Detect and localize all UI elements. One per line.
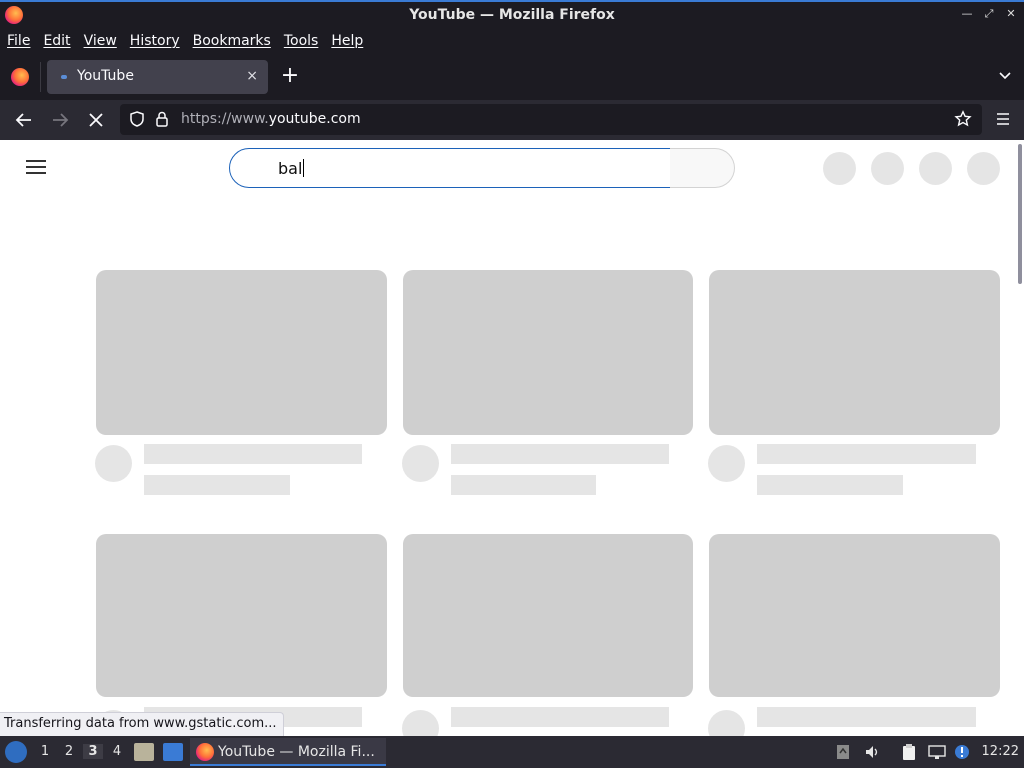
notification-icon[interactable] (954, 744, 970, 760)
close-window-icon[interactable]: ✕ (1004, 7, 1018, 21)
title-line-placeholder (757, 444, 976, 464)
title-line-placeholder (451, 707, 669, 727)
menu-bar: File Edit View History Bookmarks Tools H… (0, 28, 1024, 54)
network-icon[interactable] (928, 744, 946, 760)
tab-youtube[interactable]: YouTube × (47, 60, 268, 94)
video-thumbnail-placeholder (403, 270, 693, 435)
tab-separator (40, 62, 41, 92)
workspace-1[interactable]: 1 (35, 744, 55, 759)
updates-icon[interactable] (835, 744, 851, 760)
lock-icon[interactable] (154, 110, 170, 128)
meta-line-placeholder (144, 475, 290, 495)
task-title: YouTube — Mozilla Fi... (218, 744, 375, 760)
navigation-bar: https://www.youtube.com (0, 100, 1024, 140)
url-host: youtube.com (268, 111, 361, 127)
title-line-placeholder (757, 707, 976, 727)
window-titlebar: YouTube — Mozilla Firefox — ⤢ ✕ (0, 0, 1024, 28)
taskbar: 1 2 3 4 YouTube — Mozilla Fi... 12:22 (0, 736, 1024, 768)
channel-avatar-placeholder (402, 710, 439, 736)
menu-tools[interactable]: Tools (284, 33, 319, 49)
url-bar[interactable]: https://www.youtube.com (120, 104, 982, 135)
page-content: bal (0, 140, 1024, 736)
video-thumbnail-placeholder (96, 270, 387, 435)
video-thumbnail-placeholder (709, 534, 1000, 697)
header-placeholder-circle (919, 152, 952, 185)
header-placeholder-circle (823, 152, 856, 185)
tab-label: YouTube (77, 68, 134, 84)
header-placeholder-circle (967, 152, 1000, 185)
workspace-2[interactable]: 2 (59, 744, 79, 759)
start-menu-icon[interactable] (5, 741, 27, 763)
new-tab-button[interactable]: + (280, 65, 300, 87)
workspace-4[interactable]: 4 (107, 744, 127, 759)
minimize-icon[interactable]: — (960, 7, 974, 21)
menu-bookmarks[interactable]: Bookmarks (193, 33, 271, 49)
channel-avatar-placeholder (402, 445, 439, 482)
video-thumbnail-placeholder (403, 534, 693, 697)
volume-icon[interactable] (864, 744, 880, 760)
url-text[interactable]: https://www.youtube.com (181, 111, 361, 127)
meta-line-placeholder (451, 475, 596, 495)
tab-close-icon[interactable]: × (246, 68, 258, 84)
workspace-3[interactable]: 3 (83, 744, 103, 759)
forward-arrow-icon[interactable] (48, 108, 72, 132)
chevron-down-icon[interactable] (998, 68, 1012, 82)
show-desktop-icon[interactable] (163, 743, 183, 761)
window-title: YouTube — Mozilla Firefox (409, 7, 615, 23)
menu-view[interactable]: View (84, 33, 117, 49)
app-menu-icon[interactable] (996, 112, 1010, 126)
menu-edit[interactable]: Edit (43, 33, 70, 49)
maximize-icon[interactable]: ⤢ (982, 7, 996, 21)
taskbar-firefox-task[interactable]: YouTube — Mozilla Fi... (190, 738, 386, 766)
channel-avatar-placeholder (708, 445, 745, 482)
url-scheme: https://www. (181, 111, 269, 127)
status-panel: Transferring data from www.gstatic.com..… (0, 712, 284, 736)
file-manager-icon[interactable] (134, 743, 154, 761)
channel-avatar-placeholder (708, 710, 745, 736)
menu-help[interactable]: Help (331, 33, 363, 49)
page-scrollbar[interactable] (1018, 144, 1022, 284)
search-button[interactable] (670, 148, 735, 188)
stop-loading-icon[interactable] (84, 108, 108, 132)
clipboard-icon[interactable] (900, 743, 918, 761)
title-line-placeholder (451, 444, 669, 464)
video-thumbnail-placeholder (709, 270, 1000, 435)
search-input[interactable]: bal (229, 148, 671, 188)
search-query: bal (278, 159, 303, 178)
header-placeholder-circle (871, 152, 904, 185)
video-thumbnail-placeholder (96, 534, 387, 697)
text-caret (303, 159, 305, 177)
clock[interactable]: 12:22 (982, 744, 1019, 759)
tab-strip: YouTube × + (0, 54, 1024, 100)
back-arrow-icon[interactable] (12, 108, 36, 132)
bookmark-star-icon[interactable] (954, 110, 972, 128)
firefox-icon (196, 743, 214, 761)
title-line-placeholder (144, 444, 362, 464)
loading-favicon-icon (61, 75, 67, 79)
menu-history[interactable]: History (130, 33, 180, 49)
tracking-shield-icon[interactable] (128, 110, 146, 128)
guide-menu-icon[interactable] (26, 160, 46, 174)
channel-avatar-placeholder (95, 445, 132, 482)
firefox-view-icon[interactable] (11, 68, 29, 86)
meta-line-placeholder (757, 475, 903, 495)
menu-file[interactable]: File (7, 33, 30, 49)
